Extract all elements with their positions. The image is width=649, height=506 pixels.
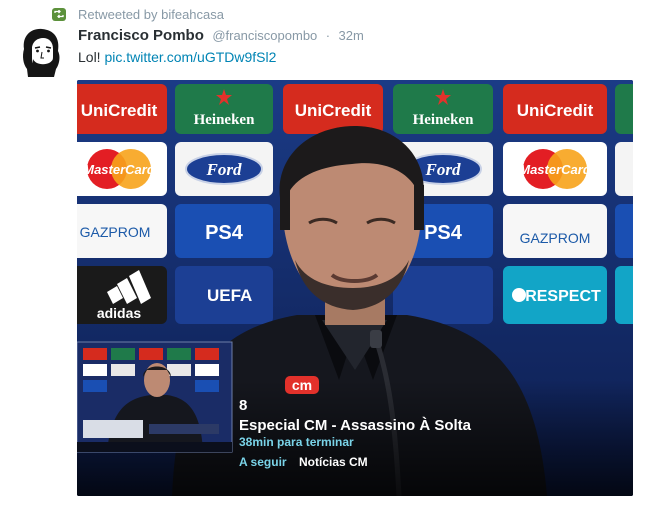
svg-text:GAZPROM: GAZPROM	[80, 224, 151, 240]
channel-number: 8	[239, 397, 247, 414]
svg-text:MasterCard: MasterCard	[519, 162, 592, 177]
sponsor-mastercard-2: MasterCard	[503, 142, 607, 196]
tweet-text: Lol! pic.twitter.com/uGTDw9fSl2	[78, 49, 276, 65]
svg-text:UniCredit: UniCredit	[517, 101, 594, 120]
media-link[interactable]: pic.twitter.com/uGTDw9fSl2	[104, 49, 276, 65]
svg-text:adidas: adidas	[97, 305, 142, 321]
svg-text:Ford: Ford	[206, 160, 242, 179]
separator-dot: ·	[325, 28, 331, 43]
sponsor-unicredit-3: UniCredit	[503, 84, 607, 134]
sponsor-uefa: UEFA	[175, 266, 273, 324]
pip-inset	[77, 341, 233, 453]
sponsor-mastercard-1: MasterCard	[77, 142, 167, 196]
tweet-media-photo[interactable]: UniCredit Heineken UniCredit Heineken Un…	[77, 80, 633, 496]
sponsor-heineken-1: Heineken	[175, 84, 273, 134]
retweet-icon	[52, 7, 66, 21]
next-program: Notícias CM	[299, 455, 368, 469]
tweet-text-body: Lol!	[78, 49, 101, 65]
author-name[interactable]: Francisco Pombo	[78, 27, 204, 44]
svg-text:RESPECT: RESPECT	[525, 288, 601, 305]
author-handle[interactable]: @franciscopombo	[212, 28, 317, 43]
cm-channel-logo: cm	[285, 376, 319, 394]
sponsor-unicredit-2: UniCredit	[283, 84, 383, 134]
svg-text:MasterCard: MasterCard	[83, 162, 156, 177]
sponsor-gazprom-1: GAZPROM	[77, 204, 167, 258]
svg-text:UniCredit: UniCredit	[295, 101, 372, 120]
svg-text:PS4: PS4	[424, 222, 463, 244]
time-remaining: 38min para terminar	[239, 435, 354, 449]
sponsor-adidas: adidas	[77, 266, 167, 324]
program-title: Especial CM - Assassino À Solta	[239, 417, 472, 434]
sponsor-ford-1: Ford	[175, 142, 273, 196]
sponsor-gazprom-2: GAZPROM	[503, 204, 607, 258]
tweet-header: Francisco Pombo @franciscopombo · 32m	[78, 27, 364, 45]
svg-text:GAZPROM: GAZPROM	[520, 230, 591, 246]
svg-text:PS4: PS4	[205, 222, 244, 244]
svg-text:Ford: Ford	[425, 160, 461, 179]
svg-text:Heineken: Heineken	[194, 112, 255, 128]
tweet-timestamp[interactable]: 32m	[339, 28, 364, 43]
retweet-context: Retweeted by bifeahcasa	[52, 6, 224, 22]
sponsor-unicredit-1: UniCredit	[77, 84, 167, 134]
sponsor-respect: RESPECT	[503, 266, 607, 324]
avatar[interactable]	[18, 27, 64, 77]
sponsor-ps4-1: PS4	[175, 204, 273, 258]
sponsor-heineken-2: Heineken	[393, 84, 493, 134]
next-label: A seguir	[239, 455, 287, 469]
svg-text:cm: cm	[292, 377, 312, 393]
svg-text:UEFA: UEFA	[207, 286, 252, 305]
svg-text:UniCredit: UniCredit	[81, 101, 158, 120]
svg-text:Heineken: Heineken	[413, 112, 474, 128]
retweeted-by-link[interactable]: Retweeted by bifeahcasa	[78, 7, 224, 22]
